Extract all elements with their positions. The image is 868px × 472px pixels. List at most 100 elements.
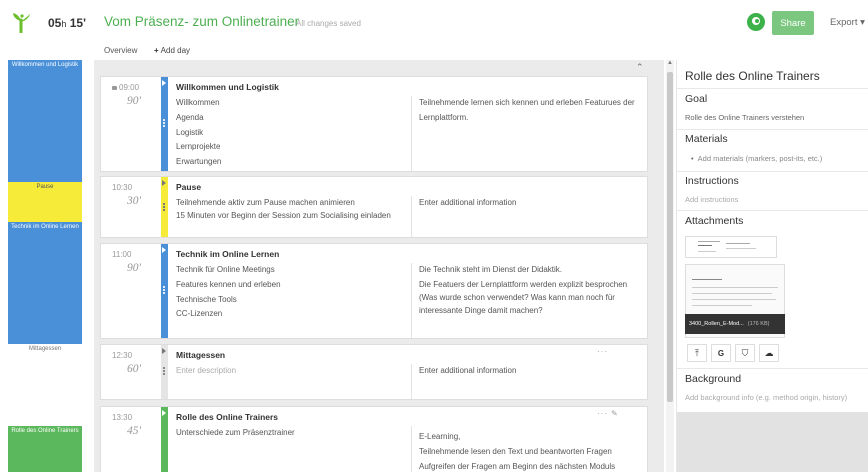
content-line: Erwartungen <box>176 157 222 167</box>
scroll-up-icon[interactable]: ▲ <box>667 60 673 66</box>
session-block[interactable]: 10:30 30' Pause Teilnehmende aktiv zum P… <box>100 176 648 238</box>
logo-icon[interactable] <box>10 11 32 33</box>
attachment-icon[interactable]: ✎ <box>611 409 618 418</box>
block-content[interactable]: Willkommen Agenda Logistik Lernprojekte … <box>176 96 406 170</box>
block-title[interactable]: Willkommen und Logistik <box>176 82 279 92</box>
column-divider <box>411 263 412 338</box>
more-options-icon[interactable]: ··· <box>597 409 608 418</box>
block-content-placeholder[interactable]: Enter description <box>176 364 406 379</box>
block-detail-panel: Rolle des Online Trainers Goal Rolle des… <box>676 60 868 472</box>
info-line: Aufgreifen der Fragen am Beginn des näch… <box>419 461 616 471</box>
play-icon <box>162 80 166 86</box>
divider <box>677 210 868 211</box>
block-start-time: 12:30 <box>112 351 133 360</box>
attachment-label[interactable]: 3400_Rollen_E-Mod... (176 KB) <box>685 314 785 334</box>
schedule-scrollbar[interactable]: ▲ <box>666 60 674 472</box>
drag-handle[interactable] <box>161 345 168 399</box>
export-menu[interactable]: Export ▾ <box>830 17 865 28</box>
divider <box>677 171 868 172</box>
column-divider <box>411 196 412 237</box>
block-duration[interactable]: 45' <box>127 425 141 437</box>
upload-icon[interactable]: ⤒ <box>687 344 707 362</box>
content-line: Logistik <box>176 127 204 137</box>
materials-placeholder[interactable]: Add materials (markers, post-its, etc.) <box>691 154 823 163</box>
content-line: Features kennen und erleben <box>176 279 281 289</box>
block-info-placeholder[interactable]: Enter additional information <box>419 364 647 379</box>
grip-icon <box>163 203 165 211</box>
block-title[interactable]: Pause <box>176 182 201 192</box>
profile-icon[interactable] <box>746 12 766 32</box>
session-title[interactable]: Vom Präsenz- zum Onlinetrainer <box>104 14 299 29</box>
top-bar: 05h 15' Vom Präsenz- zum Onlinetrainer A… <box>0 0 868 44</box>
panel-title[interactable]: Rolle des Online Trainers <box>685 69 820 83</box>
block-info[interactable]: Teilnehmende lernen sich kennen und erle… <box>419 96 647 126</box>
save-status: All changes saved <box>296 19 361 28</box>
info-line: Die Technik steht im Dienst der Didaktik… <box>419 265 563 274</box>
background-placeholder[interactable]: Add background info (e.g. method origin,… <box>685 393 847 402</box>
block-title[interactable]: Rolle des Online Trainers <box>176 412 278 422</box>
session-block[interactable]: 11:00 90' Technik im Online Lernen Techn… <box>100 243 648 339</box>
block-info[interactable]: Die Technik steht im Dienst der Didaktik… <box>419 263 647 317</box>
session-block[interactable]: 09:00 90' Willkommen und Logistik Willko… <box>100 76 648 172</box>
block-title[interactable]: Technik im Online Lernen <box>176 249 279 259</box>
drag-handle[interactable] <box>161 244 168 338</box>
overview-tab[interactable]: Overview <box>104 46 137 55</box>
add-day-button[interactable]: + Add day <box>154 46 190 55</box>
dropbox-icon[interactable]: ⛉ <box>735 344 755 362</box>
content-line: Unterschiede zum Präsenztrainer <box>176 428 295 437</box>
timeline-block-pause[interactable]: Pause <box>8 182 82 222</box>
attachment-preview[interactable] <box>685 236 777 258</box>
more-options-icon[interactable]: ··· <box>597 347 608 356</box>
content-line: Teilnehmende aktiv zum Pause machen anim… <box>176 198 355 207</box>
timeline-block-mittagessen[interactable]: Mittagessen <box>8 344 82 426</box>
play-icon <box>162 410 166 416</box>
collapse-icon[interactable]: ⌃ <box>636 62 644 73</box>
drag-handle[interactable] <box>161 407 168 472</box>
block-start-time: 11:00 <box>112 250 132 259</box>
content-line: Willkommen <box>176 98 220 107</box>
block-title[interactable]: Mittagessen <box>176 350 225 360</box>
block-duration[interactable]: 90' <box>127 95 141 107</box>
instructions-heading: Instructions <box>685 175 739 187</box>
schedule-list: ⌃ 09:00 90' Willkommen und Logistik Will… <box>94 60 664 472</box>
content-line: Lernprojekte <box>176 142 221 152</box>
column-divider <box>411 426 412 472</box>
session-block[interactable]: 12:30 60' Mittagessen ··· Enter descript… <box>100 344 648 400</box>
timeline-block-technik[interactable]: Technik im Online Lernen <box>8 222 82 344</box>
materials-heading: Materials <box>685 133 728 145</box>
block-duration[interactable]: 60' <box>127 363 141 375</box>
column-divider <box>411 364 412 399</box>
block-content[interactable]: Unterschiede zum Präsenztrainer <box>176 426 406 441</box>
block-info-placeholder[interactable]: Enter additional information <box>419 196 647 211</box>
day-timeline: Willkommen und Logistik Pause Technik im… <box>8 60 82 472</box>
share-button[interactable]: Share <box>772 11 814 35</box>
timeline-block-rolle[interactable]: Rolle des Online Trainers <box>8 426 82 472</box>
grip-icon <box>163 286 165 294</box>
attachment-name: 3400_Rollen_E-Mod... <box>689 321 744 327</box>
block-info[interactable]: E-Learning, Teilnehmende lesen den Text … <box>419 430 647 472</box>
sub-navigation: Overview + Add day <box>0 44 670 60</box>
block-duration[interactable]: 30' <box>127 195 141 207</box>
block-duration[interactable]: 90' <box>127 262 141 274</box>
drag-handle[interactable] <box>161 77 168 171</box>
block-start-time: 09:00 <box>112 83 139 92</box>
block-start-time: 13:30 <box>112 413 133 422</box>
timeline-block-willkommen[interactable]: Willkommen und Logistik <box>8 60 82 182</box>
goal-text[interactable]: Rolle des Online Trainers verstehen <box>685 113 804 122</box>
block-content[interactable]: Technik für Online Meetings Features ken… <box>176 263 406 322</box>
scrollbar-thumb[interactable] <box>667 72 673 402</box>
content-line: Technische Tools <box>176 294 237 304</box>
info-line: Teilnehmende lernen sich kennen und erle… <box>419 98 635 122</box>
grip-icon <box>163 367 165 375</box>
block-content[interactable]: Teilnehmende aktiv zum Pause machen anim… <box>176 196 406 222</box>
session-block[interactable]: 13:30 45' Rolle des Online Trainers ··· … <box>100 406 648 472</box>
cloud-icon[interactable]: ☁ <box>759 344 779 362</box>
content-line: 15 Minuten vor Beginn der Session zum So… <box>176 211 391 220</box>
attachments-heading: Attachments <box>685 215 744 227</box>
instructions-placeholder[interactable]: Add instructions <box>685 195 738 204</box>
drag-handle[interactable] <box>161 177 168 237</box>
divider <box>677 88 868 89</box>
content-line: Technik für Online Meetings <box>176 265 275 274</box>
play-icon <box>162 180 166 186</box>
google-drive-icon[interactable]: G <box>711 344 731 362</box>
